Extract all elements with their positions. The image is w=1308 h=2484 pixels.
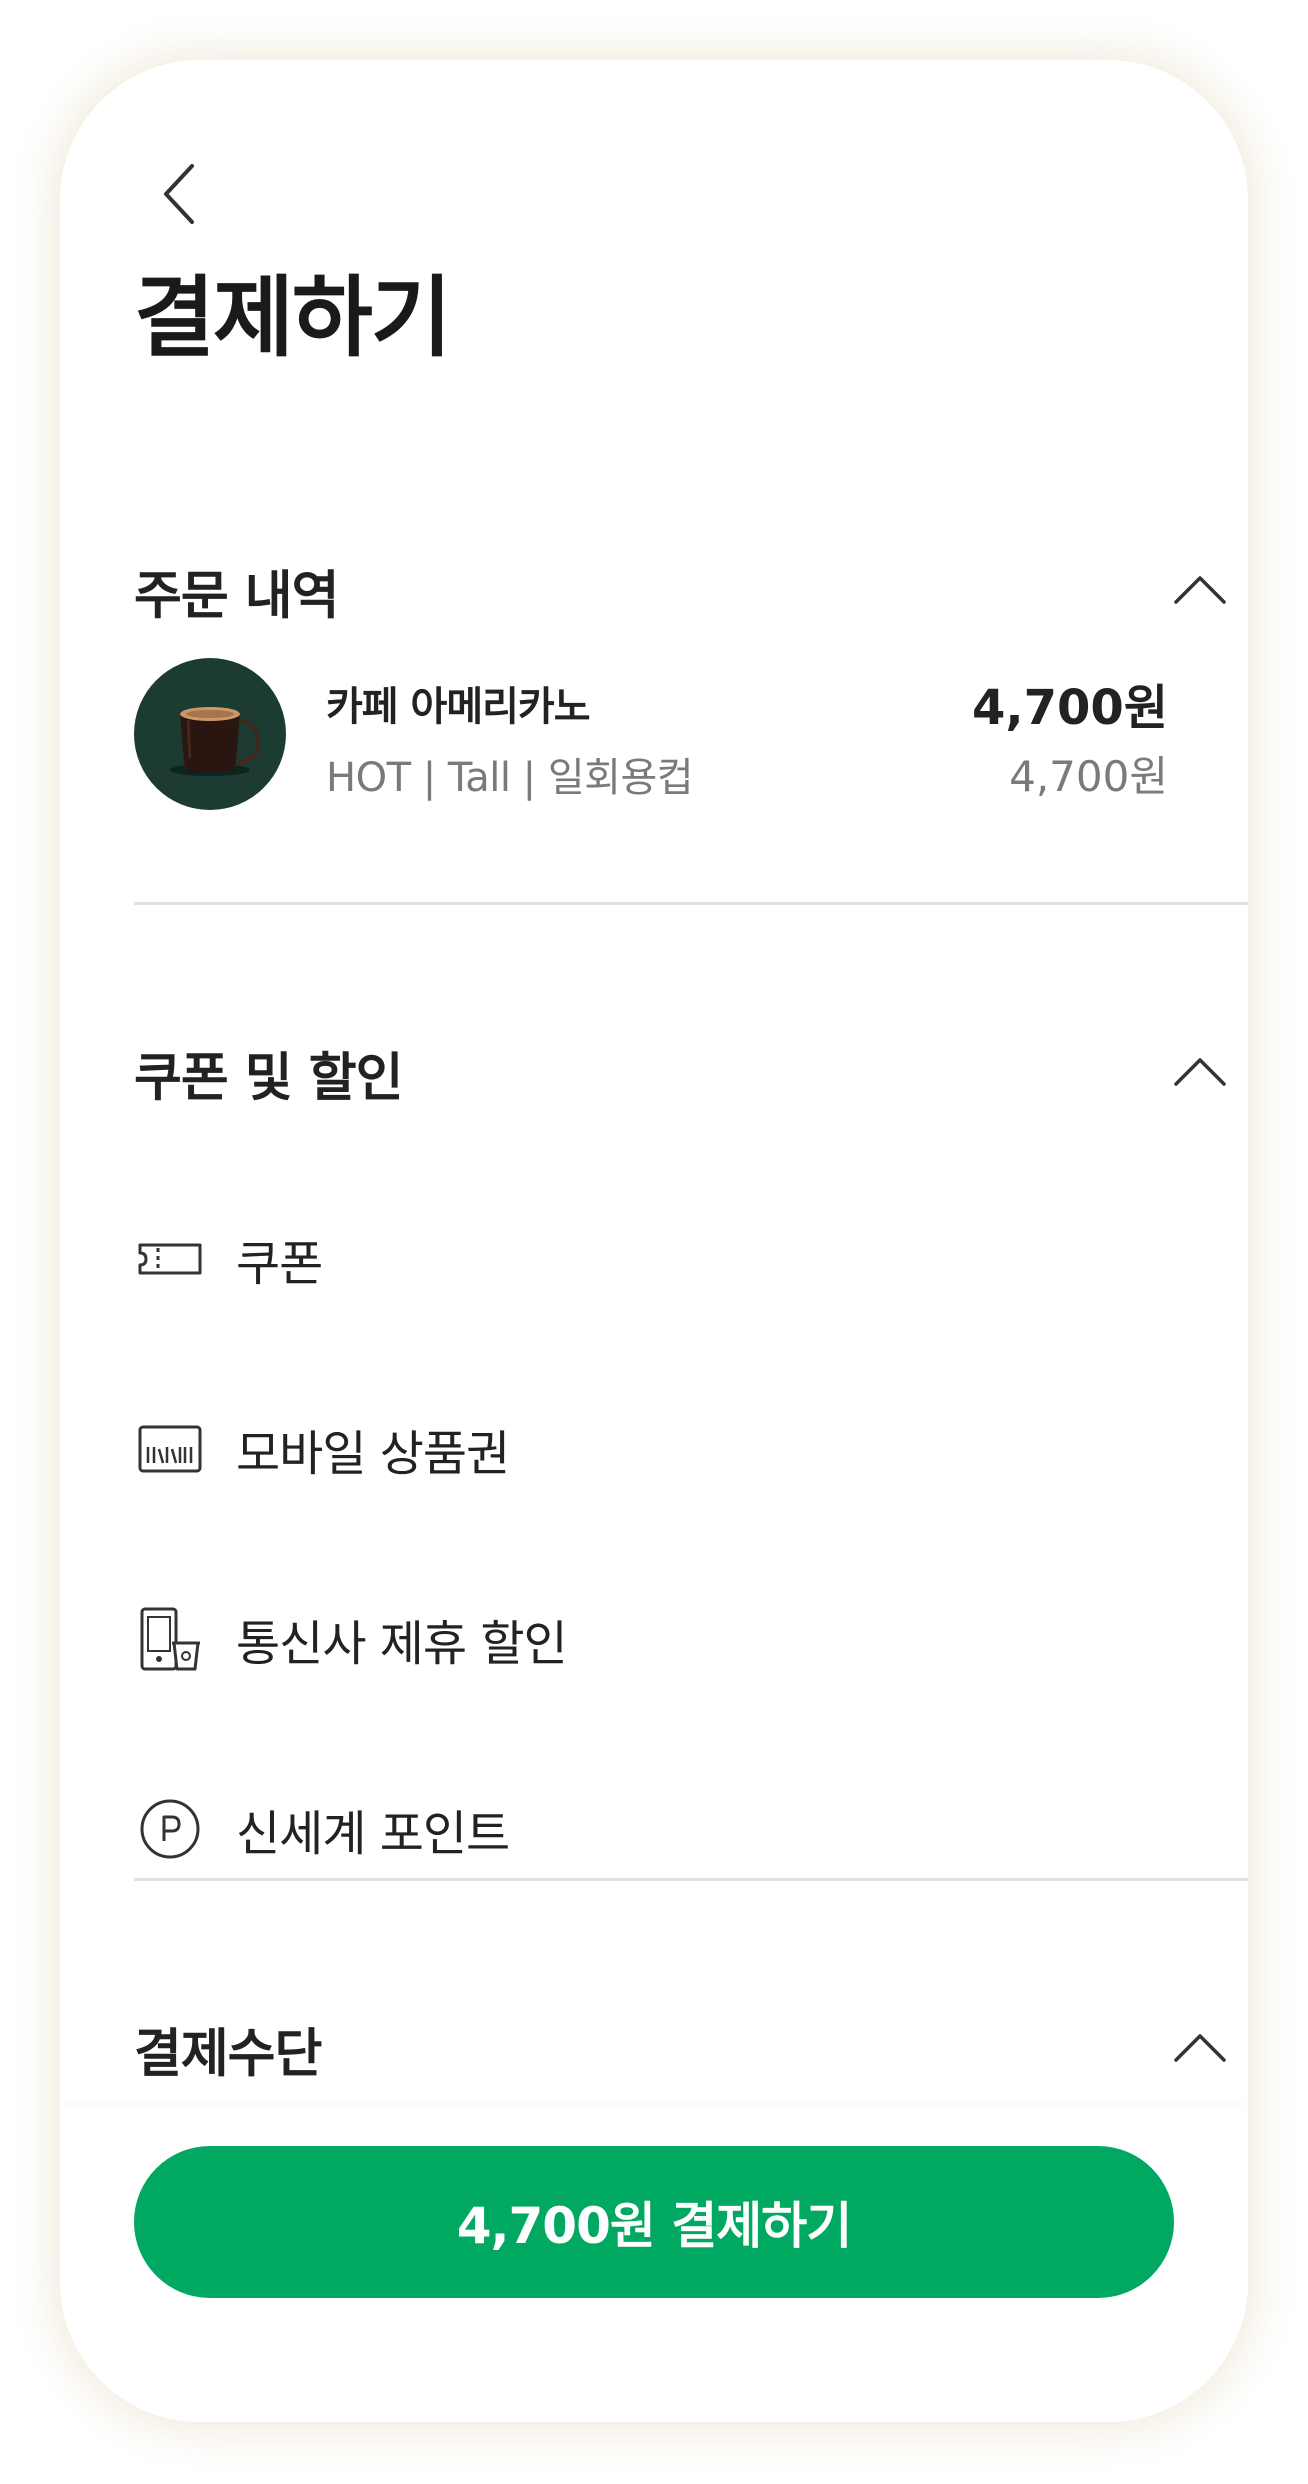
shinsegae-point-label: 신세계 포인트 bbox=[236, 1806, 510, 1862]
product-options: HOT | Tall | 일회용컵 bbox=[326, 755, 694, 801]
chevron-up-icon bbox=[1174, 2034, 1226, 2062]
chevron-left-icon bbox=[164, 164, 194, 224]
point-p-icon bbox=[140, 1799, 200, 1859]
mobile-gift-card-label: 모바일 상품권 bbox=[236, 1426, 510, 1482]
carrier-discount-label: 통신사 제휴 할인 bbox=[236, 1616, 568, 1672]
order-section-title: 주문 내역 bbox=[134, 566, 339, 627]
back-button[interactable] bbox=[144, 158, 216, 230]
coupon-label: 쿠폰 bbox=[236, 1236, 323, 1292]
divider bbox=[134, 1878, 1248, 1881]
page-title: 결제하기 bbox=[134, 266, 452, 369]
phone-cup-icon bbox=[140, 1607, 200, 1671]
carrier-discount-row[interactable]: 통신사 제휴 할인 bbox=[134, 1594, 1174, 1684]
mobile-gift-card-row[interactable]: 모바일 상품권 bbox=[134, 1404, 1174, 1494]
coupon-ticket-icon bbox=[138, 1243, 202, 1275]
order-section-header[interactable]: 주문 내역 bbox=[134, 546, 1232, 636]
payment-section-title: 결제수단 bbox=[134, 2024, 322, 2085]
pay-button[interactable]: 4,700원 결제하기 bbox=[134, 2146, 1174, 2298]
discount-section-header[interactable]: 쿠폰 및 할인 bbox=[134, 1028, 1232, 1118]
product-name: 카페 아메리카노 bbox=[326, 684, 591, 730]
chevron-up-icon bbox=[1174, 1058, 1226, 1086]
shinsegae-point-row[interactable]: 신세계 포인트 bbox=[134, 1784, 1174, 1874]
phone-frame: 결제하기 주문 내역 카페 아메리카노 HOT | Tall | 일회용컵 4,… bbox=[60, 60, 1248, 2422]
chevron-up-icon bbox=[1174, 576, 1226, 604]
coupon-row[interactable]: 쿠폰 bbox=[134, 1214, 1174, 1304]
product-unit-price: 4,700원 bbox=[1009, 752, 1168, 801]
product-total-price: 4,700원 bbox=[972, 680, 1168, 736]
payment-section-header[interactable]: 결제수단 bbox=[134, 2004, 1232, 2094]
discount-section-title: 쿠폰 및 할인 bbox=[134, 1048, 403, 1109]
divider bbox=[134, 902, 1248, 905]
gift-card-barcode-icon bbox=[138, 1425, 202, 1473]
americano-mug-image bbox=[134, 658, 286, 810]
